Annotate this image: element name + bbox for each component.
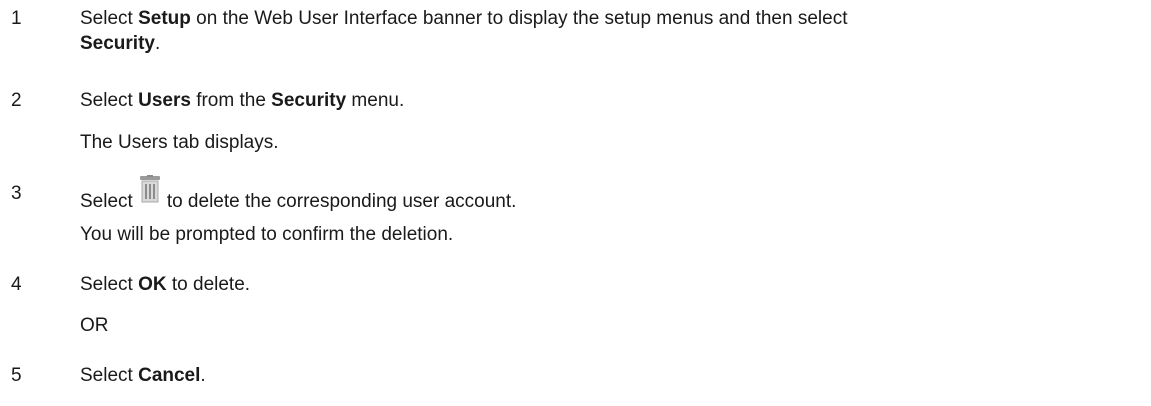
step-text-part: . xyxy=(200,365,206,386)
step-text-part: Select xyxy=(80,274,139,295)
step-text-part: from the xyxy=(190,90,272,111)
ui-term-cancel: Cancel xyxy=(138,365,201,386)
procedure-steps: 1 Select Setup on the Web User Interface… xyxy=(0,0,1151,406)
step-text-part: . xyxy=(154,33,161,54)
step-number: 2 xyxy=(11,90,22,111)
step-number: 5 xyxy=(11,365,22,386)
step-note: You will be prompted to confirm the dele… xyxy=(80,224,454,245)
ui-term-ok: OK xyxy=(138,274,167,295)
step-number: 1 xyxy=(11,8,22,29)
step-text-part: to delete the corresponding user account… xyxy=(166,191,517,212)
ui-term-users: Users xyxy=(138,90,191,111)
ui-term-setup: Setup xyxy=(138,8,191,29)
step-text-part: Select xyxy=(80,191,133,212)
step-text-part: Select xyxy=(80,365,139,386)
step-text-part: Select xyxy=(80,8,139,29)
trash-icon xyxy=(139,175,161,209)
step-text-part: menu. xyxy=(346,90,405,111)
step-text-part: Select xyxy=(80,90,139,111)
step-number: 3 xyxy=(11,183,22,204)
ui-term-security: Security xyxy=(271,90,347,111)
step-number: 4 xyxy=(11,274,22,295)
ui-term-security: Security xyxy=(80,33,155,54)
step-note: The Users tab displays. xyxy=(80,132,279,153)
step-text: Select OK to delete. xyxy=(80,272,1140,297)
step-text-part: on the Web User Interface banner to disp… xyxy=(190,8,848,29)
step-text: Select Cancel. xyxy=(80,363,1140,388)
step-note: OR xyxy=(80,315,109,336)
step-text: Select Setup on the Web User Interface b… xyxy=(80,6,1140,56)
step-text: Select Users from the Security menu. xyxy=(80,88,1140,113)
step-text-part: to delete. xyxy=(166,274,251,295)
step-text: Select to delete the corresponding user … xyxy=(80,175,1140,214)
